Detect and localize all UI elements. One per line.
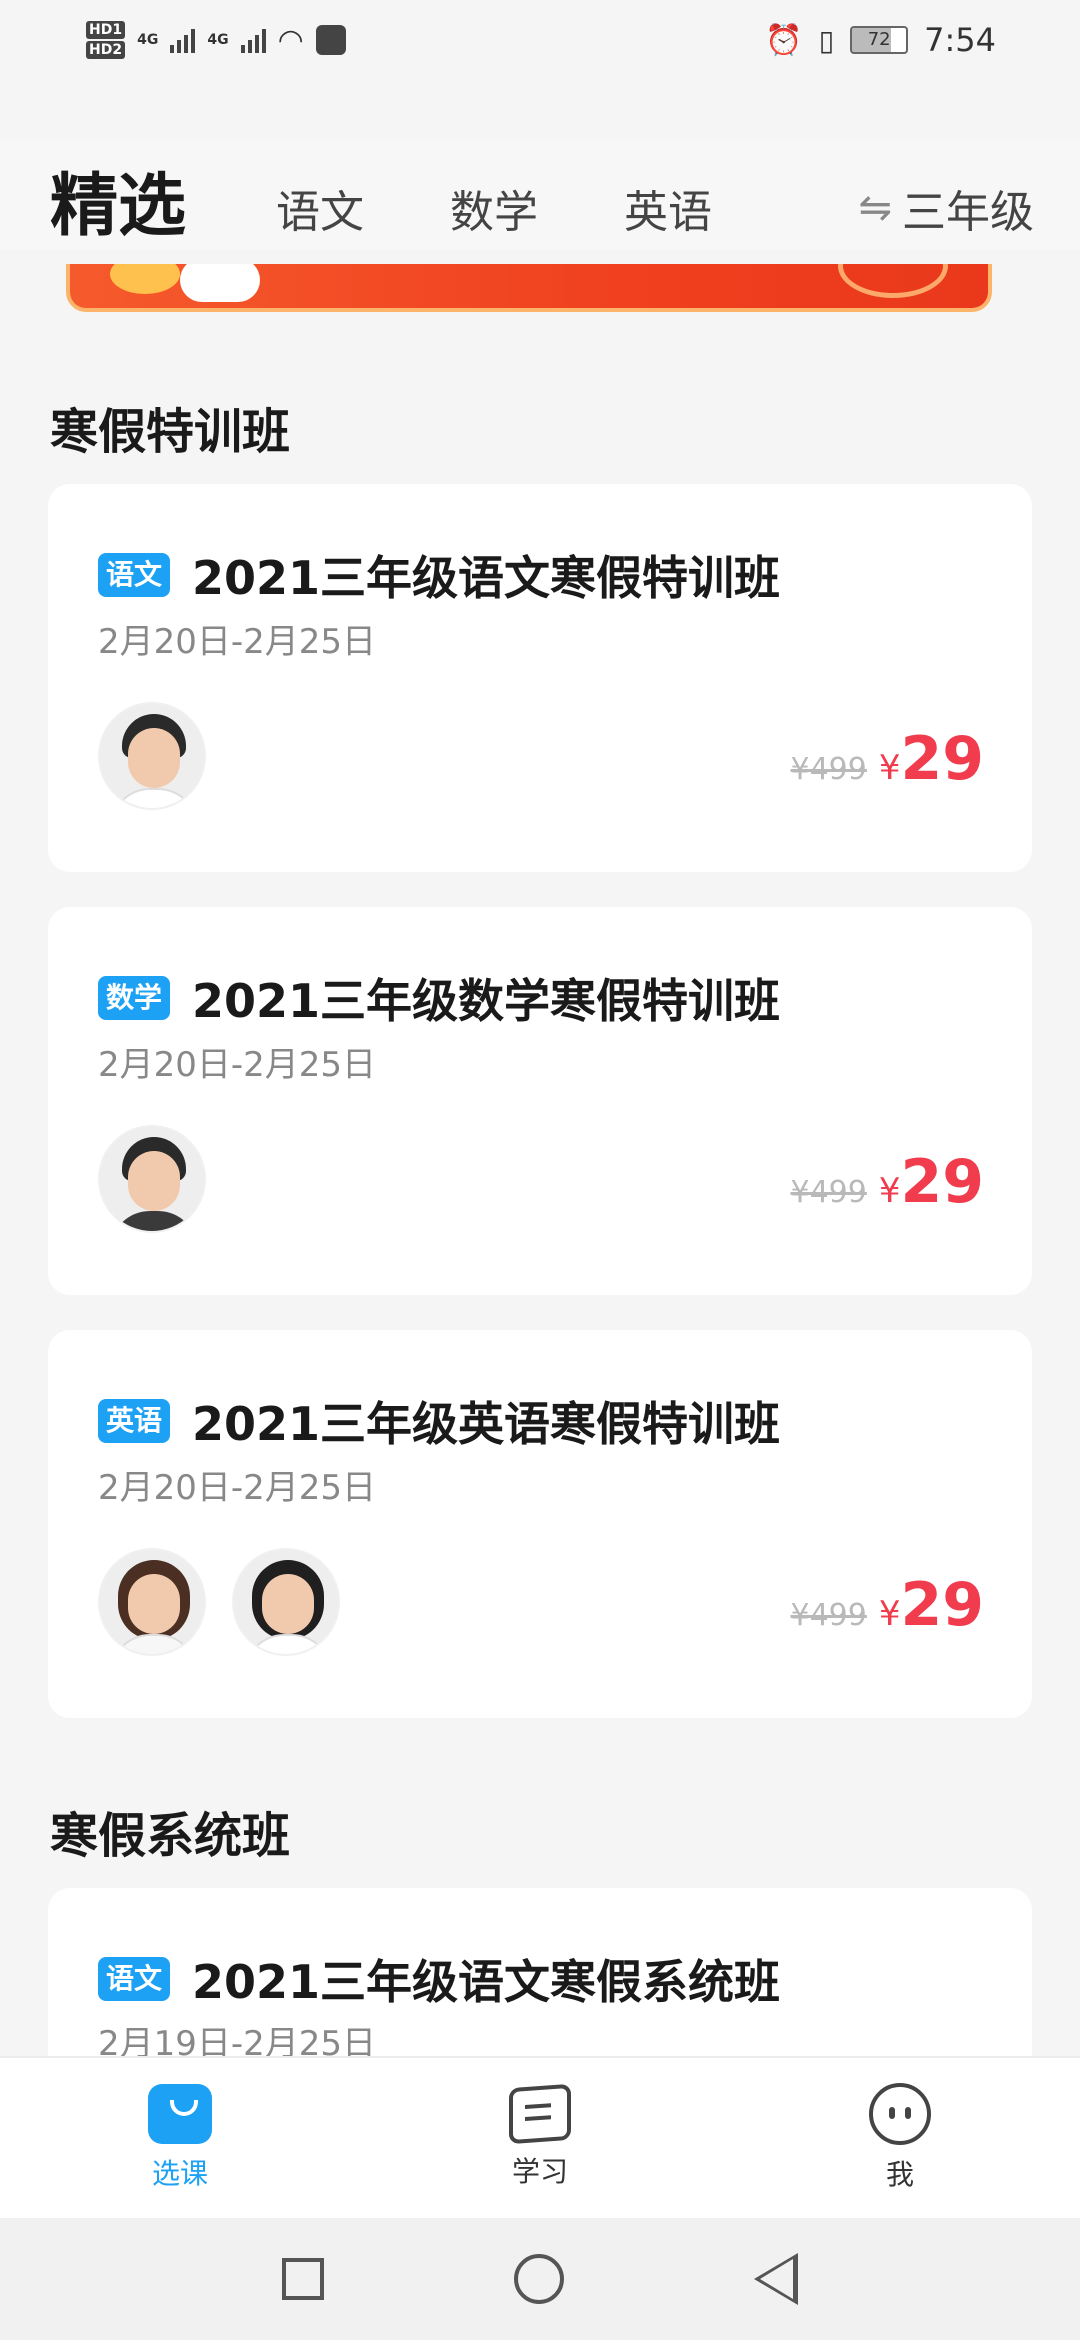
banner-decoration [110, 264, 180, 294]
back-icon[interactable] [754, 2253, 798, 2305]
avatar-face [128, 1574, 180, 1634]
section-title: 寒假系统班 [50, 1808, 291, 1864]
status-bar: HD1 HD2 4G 4G ◠ ⏰ ▯ 72 7:54 [0, 0, 1080, 80]
tab-math[interactable]: 数学 [450, 176, 538, 240]
price: ¥499 ¥ 29 [791, 724, 985, 794]
signal-icon-2 [240, 27, 266, 53]
promo-banner[interactable] [66, 264, 992, 312]
tab-chinese[interactable]: 语文 [276, 176, 364, 240]
app-notification-icon [315, 25, 346, 55]
hd1-label: HD1 [86, 21, 126, 39]
course-card[interactable]: 数学 2021三年级数学寒假特训班 2月20日-2月25日 ¥499 ¥ 29 [48, 907, 1032, 1295]
swap-icon: ⇋ [858, 185, 892, 231]
avatar-body [110, 1211, 198, 1231]
nav-label: 选课 [151, 2157, 208, 2190]
wifi-icon: ◠ [277, 22, 304, 58]
teacher-avatars [98, 702, 206, 810]
avatar-face [128, 1151, 180, 1211]
teacher-avatars [98, 1548, 340, 1656]
course-card[interactable]: 语文 2021三年级语文寒假特训班 2月20日-2月25日 ¥499 ¥ 29 [48, 484, 1032, 872]
nav-label: 我 [885, 2158, 914, 2191]
avatar-body [110, 788, 198, 808]
course-header: 数学 2021三年级数学寒假特训班 [98, 965, 780, 1031]
grade-switch-button[interactable]: ⇋ 三年级 [858, 176, 1034, 240]
section-title: 寒假特训班 [50, 404, 291, 460]
currency-symbol: ¥ [878, 748, 901, 788]
subject-tag: 数学 [98, 976, 171, 1020]
original-price: ¥499 [790, 1175, 867, 1210]
notebook-icon [509, 2083, 571, 2145]
subject-tag: 语文 [98, 1957, 171, 2001]
price: ¥499 ¥ 29 [791, 1570, 985, 1640]
status-right: ⏰ ▯ 72 7:54 [765, 21, 996, 59]
subject-tag: 英语 [98, 1399, 171, 1443]
course-header: 语文 2021三年级语文寒假系统班 [98, 1946, 780, 2012]
teacher-avatar [98, 702, 206, 810]
nav-select-course[interactable]: 选课 [0, 2058, 360, 2218]
nav-study[interactable]: 学习 [360, 2058, 720, 2218]
course-date: 2月20日-2月25日 [98, 1045, 377, 1085]
sale-price: 29 [900, 1147, 985, 1217]
battery-icon: 72 [850, 26, 909, 54]
network-type-2: 4G [207, 32, 229, 48]
tab-english[interactable]: 英语 [624, 176, 712, 240]
grade-label: 三年级 [902, 187, 1034, 238]
teacher-avatar [98, 1125, 206, 1233]
avatar-face [128, 728, 180, 788]
avatar-face [262, 1574, 314, 1634]
original-price: ¥499 [790, 752, 867, 787]
course-date: 2月20日-2月25日 [98, 622, 377, 662]
teacher-avatar [98, 1548, 206, 1656]
course-title: 2021三年级英语寒假特训班 [192, 1397, 781, 1451]
course-card[interactable]: 英语 2021三年级英语寒假特训班 2月20日-2月25日 ¥499 ¥ 29 [48, 1330, 1032, 1718]
bottom-nav: 选课 学习 我 [0, 2056, 1080, 2218]
recent-apps-icon[interactable] [282, 2258, 324, 2300]
network-type-1: 4G [137, 32, 159, 48]
alarm-icon: ⏰ [765, 22, 803, 58]
teacher-avatars [98, 1125, 206, 1233]
hd-indicator: HD1 HD2 [86, 20, 126, 60]
vibrate-icon: ▯ [818, 23, 835, 57]
top-header: 精选 语文 数学 英语 ⇋ 三年级 [0, 140, 1080, 250]
teacher-avatar [232, 1548, 340, 1656]
course-title: 2021三年级语文寒假系统班 [192, 1955, 781, 2009]
profile-face-icon [869, 2083, 931, 2145]
course-header: 英语 2021三年级英语寒假特训班 [98, 1388, 780, 1454]
currency-symbol: ¥ [878, 1594, 901, 1634]
course-title: 2021三年级语文寒假特训班 [192, 551, 781, 605]
nav-me[interactable]: 我 [720, 2058, 1080, 2218]
banner-decoration [838, 264, 948, 298]
banner-decoration [180, 264, 260, 302]
shopping-bag-icon [148, 2084, 212, 2144]
system-nav-bar [0, 2218, 1080, 2340]
price: ¥499 ¥ 29 [791, 1147, 985, 1217]
sale-price: 29 [900, 724, 985, 794]
original-price: ¥499 [790, 1598, 867, 1633]
currency-symbol: ¥ [878, 1171, 901, 1211]
signal-icon [170, 27, 196, 53]
course-title: 2021三年级数学寒假特训班 [192, 974, 781, 1028]
clock: 7:54 [924, 21, 996, 59]
avatar-body [244, 1634, 332, 1654]
page-title[interactable]: 精选 [50, 150, 186, 249]
avatar-body [110, 1634, 198, 1654]
nav-label: 学习 [511, 2155, 568, 2188]
course-date: 2月20日-2月25日 [98, 1468, 377, 1508]
hd2-label: HD2 [86, 41, 126, 59]
subject-tag: 语文 [98, 553, 171, 597]
course-card[interactable]: 语文 2021三年级语文寒假系统班 2月19日-2月25日 [48, 1888, 1032, 2064]
home-icon[interactable] [514, 2254, 564, 2304]
sale-price: 29 [900, 1570, 985, 1640]
course-header: 语文 2021三年级语文寒假特训班 [98, 542, 780, 608]
status-left: HD1 HD2 4G 4G ◠ [86, 20, 346, 60]
